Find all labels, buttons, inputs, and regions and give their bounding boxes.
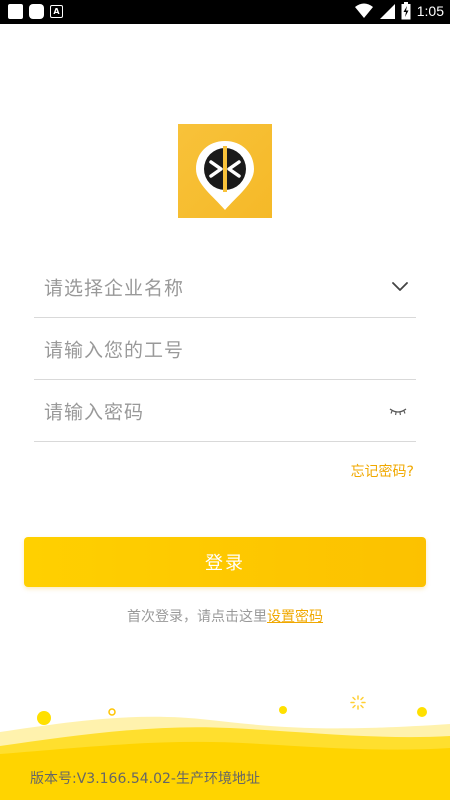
decorative-dot: [37, 711, 51, 725]
app-logo: [178, 124, 272, 218]
eye-closed-icon[interactable]: [388, 406, 408, 416]
signal-icon: [379, 4, 395, 19]
login-button[interactable]: 登录: [24, 537, 426, 587]
square-notification-icon: [8, 4, 23, 19]
status-time: 1:05: [416, 3, 444, 19]
a-icon: A: [50, 5, 63, 18]
status-bar: A 1:05: [0, 0, 450, 24]
battery-charging-icon: [401, 2, 411, 20]
rounded-notification-icon: [29, 4, 44, 19]
wifi-icon: [354, 3, 373, 18]
first-login-hint-text: 首次登录，请点击这里: [127, 609, 267, 625]
decorative-dot: [279, 706, 287, 714]
forgot-password-link[interactable]: 忘记密码?: [351, 461, 414, 481]
location-pin-logo-icon: [196, 141, 254, 210]
version-label: 版本号:V3.166.54.02-生产环境地址: [30, 771, 260, 787]
decorative-ring: [108, 708, 116, 716]
password-field[interactable]: 请输入密码: [34, 380, 416, 442]
status-bar-right: 1:05: [354, 2, 444, 20]
company-select-placeholder: 请选择企业名称: [44, 277, 185, 299]
loading-spinner-icon: [350, 695, 366, 710]
password-placeholder: 请输入密码: [44, 401, 145, 423]
first-login-hint: 首次登录，请点击这里设置密码: [0, 606, 450, 626]
company-select[interactable]: 请选择企业名称: [34, 256, 416, 318]
status-bar-left: A: [8, 4, 63, 19]
set-password-link[interactable]: 设置密码: [267, 609, 323, 625]
employee-id-placeholder: 请输入您的工号: [44, 339, 185, 361]
employee-id-field[interactable]: 请输入您的工号: [34, 318, 416, 380]
decorative-dot: [417, 707, 427, 717]
chevron-down-icon[interactable]: [392, 281, 408, 292]
